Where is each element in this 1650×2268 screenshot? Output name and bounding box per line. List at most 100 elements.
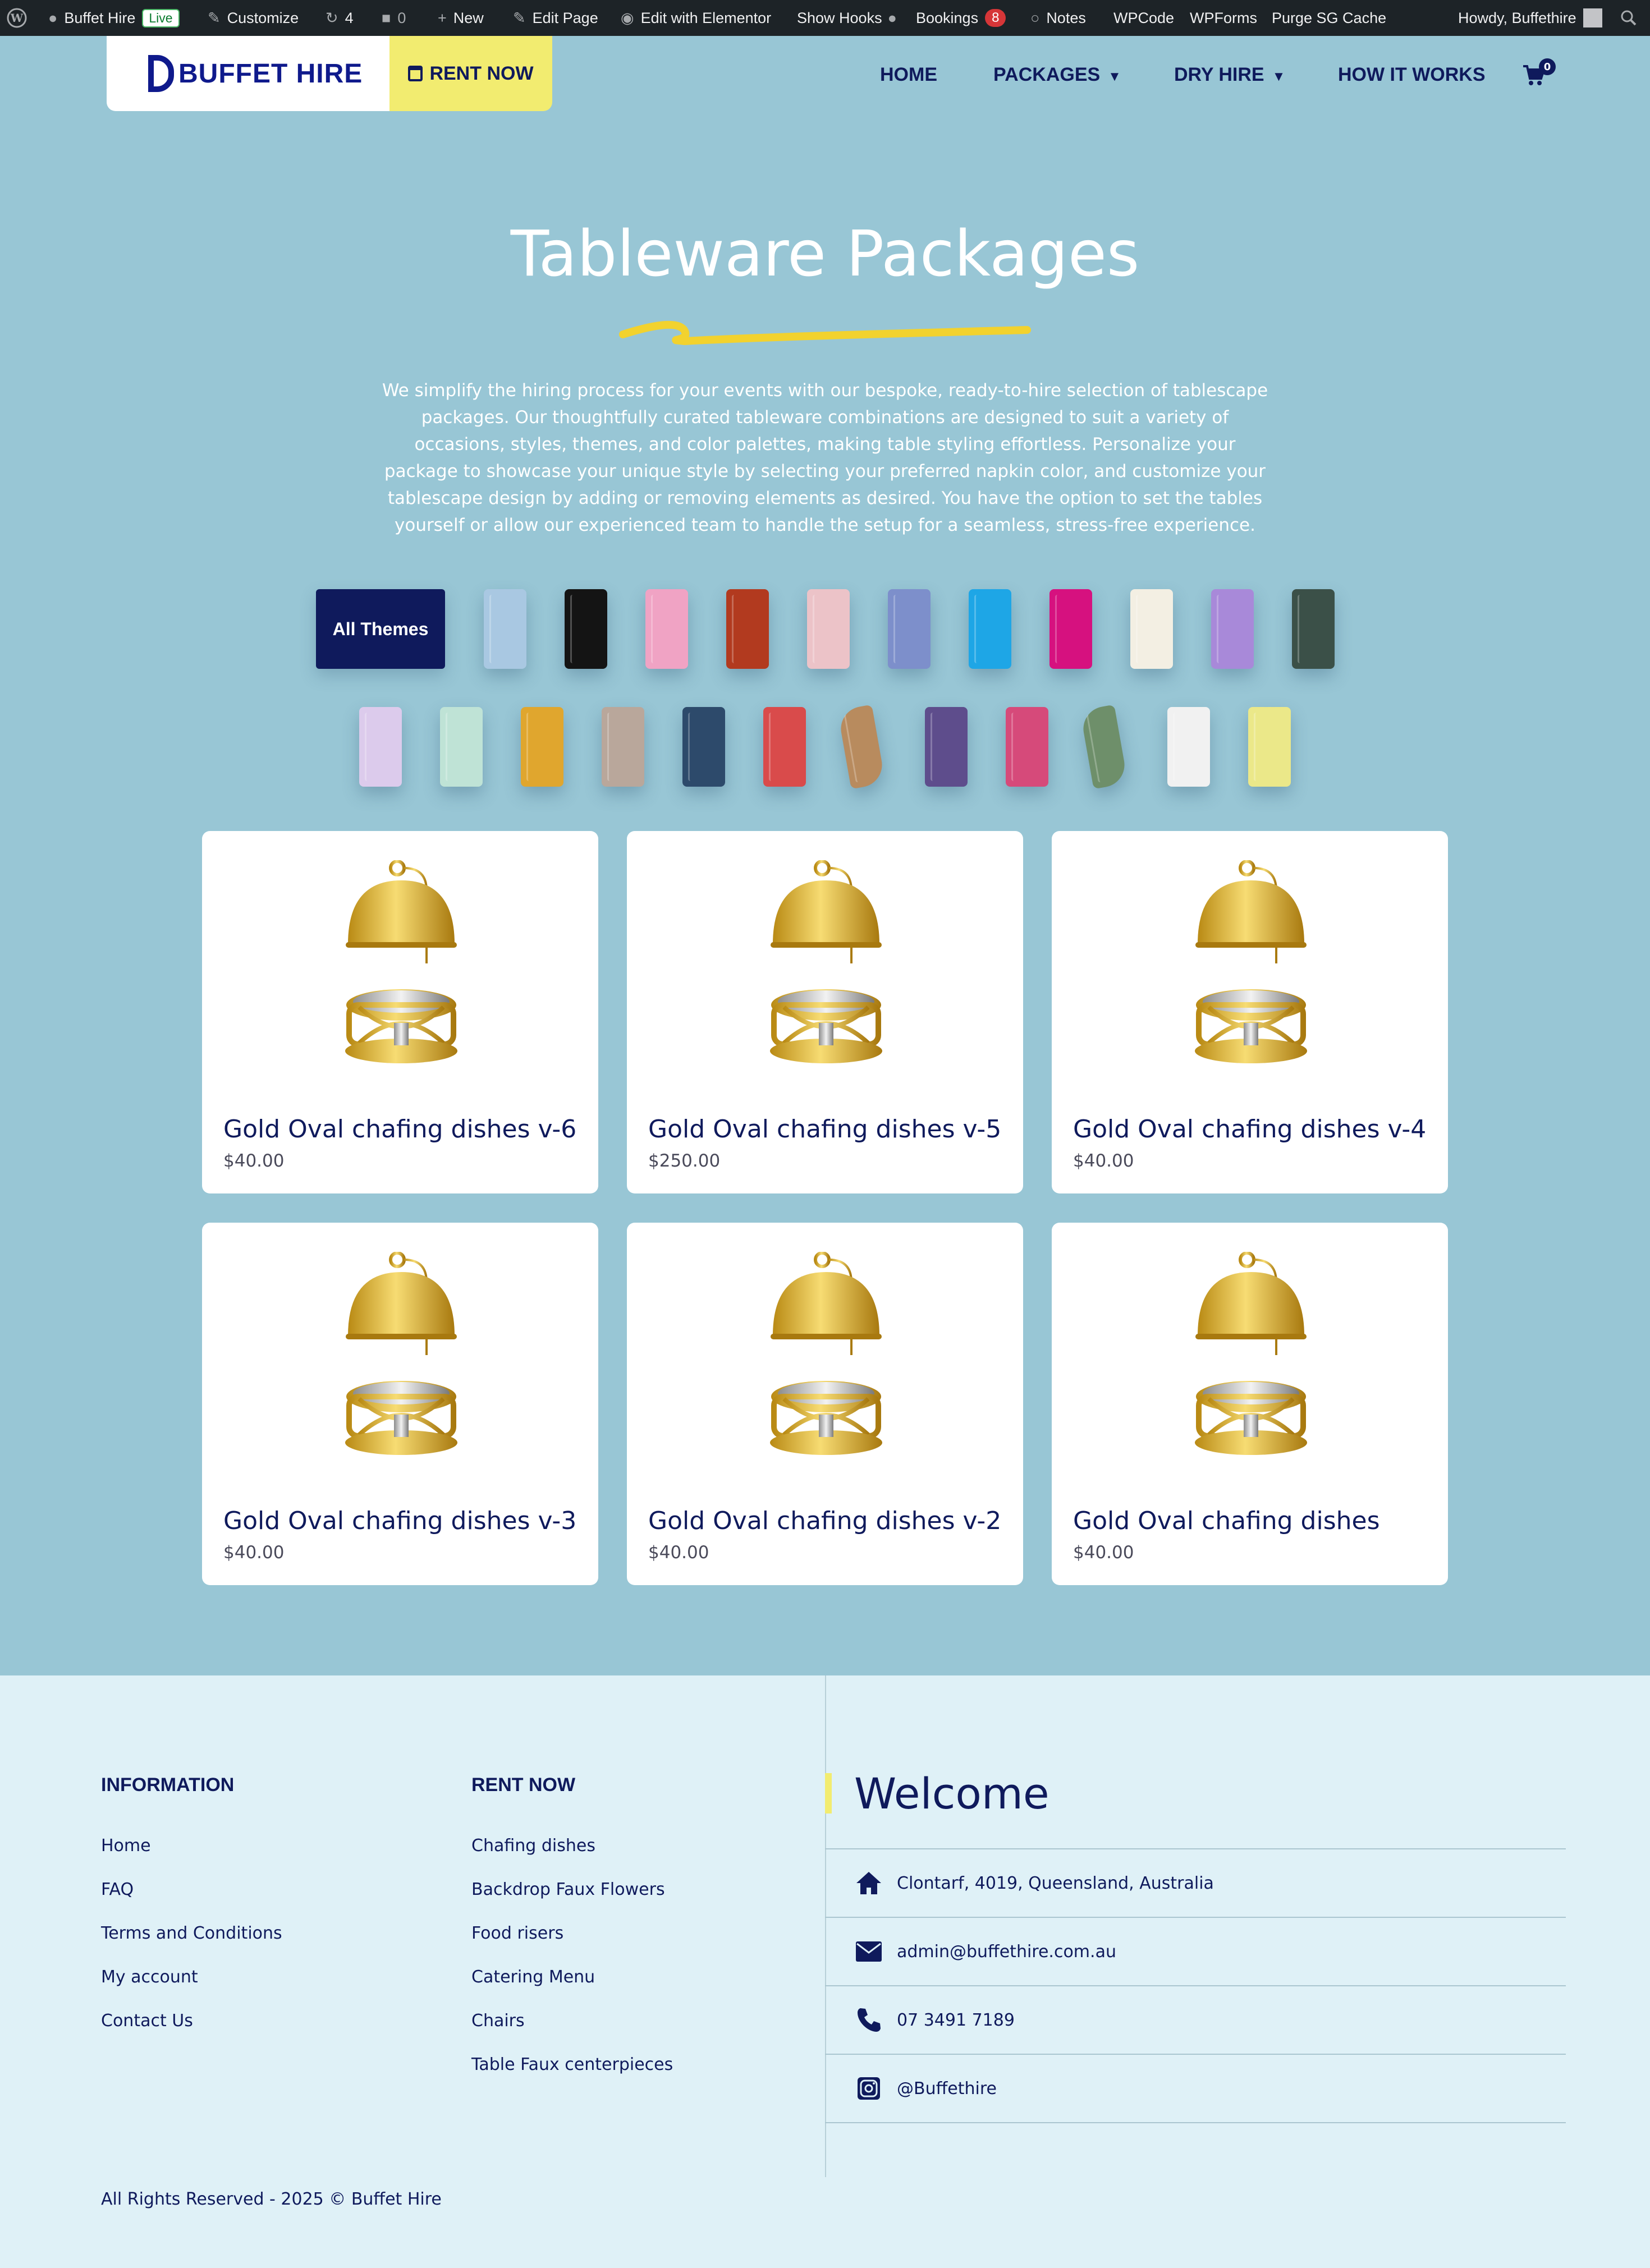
welcome-accent-bar xyxy=(825,1773,832,1814)
product-image xyxy=(342,860,460,1073)
envelope-icon xyxy=(854,1937,883,1966)
theme-swatch[interactable] xyxy=(1049,589,1092,669)
search-icon[interactable] xyxy=(1620,0,1638,36)
notes-link[interactable]: ○ Notes xyxy=(1030,0,1086,36)
contact-instagram-row[interactable]: @Buffethire xyxy=(825,2054,1566,2122)
product-card[interactable]: Gold Oval chafing dishes v-5 $250.00 xyxy=(627,831,1023,1193)
pencil-icon: ✎ xyxy=(513,9,526,26)
product-price: $40.00 xyxy=(223,1151,285,1171)
wpcode-link[interactable]: WPCode xyxy=(1113,0,1174,36)
product-title[interactable]: Gold Oval chafing dishes v-2 xyxy=(648,1507,1001,1535)
product-card[interactable]: Gold Oval chafing dishes v-3 $40.00 xyxy=(202,1223,598,1585)
theme-swatch[interactable] xyxy=(1130,589,1173,669)
nav-packages[interactable]: PACKAGES ▼ xyxy=(993,64,1121,86)
theme-swatch[interactable] xyxy=(1248,707,1291,787)
footer-link-centerpieces[interactable]: Table Faux centerpieces xyxy=(471,2055,673,2074)
product-card[interactable]: Gold Oval chafing dishes v-6 $40.00 xyxy=(202,831,598,1193)
contact-phone-row[interactable]: 07 3491 7189 xyxy=(825,1985,1566,2054)
nav-dry-hire[interactable]: DRY HIRE ▼ xyxy=(1174,64,1285,86)
footer-link-faq[interactable]: FAQ xyxy=(101,1880,134,1899)
product-price: $250.00 xyxy=(648,1151,721,1171)
product-image xyxy=(342,1251,460,1465)
footer-link-home[interactable]: Home xyxy=(101,1836,151,1856)
nav-how-it-works[interactable]: HOW IT WORKS xyxy=(1338,64,1486,86)
site-header: BUFFET HIRE RENT NOW HOME PACKAGES ▼ DRY … xyxy=(0,36,1650,126)
account-menu[interactable]: Howdy, Buffethire xyxy=(1458,0,1602,36)
product-card[interactable]: Gold Oval chafing dishes v-2 $40.00 xyxy=(627,1223,1023,1585)
wp-admin-bar: W ● Buffet Hire Live ✎ Customize ↻ 4 ■ 0… xyxy=(0,0,1650,36)
product-image xyxy=(767,860,885,1073)
footer-link-contact[interactable]: Contact Us xyxy=(101,2011,193,2031)
product-title[interactable]: Gold Oval chafing dishes v-6 xyxy=(223,1115,576,1144)
contact-email-row[interactable]: admin@buffethire.com.au xyxy=(825,1917,1566,1985)
svg-text:W: W xyxy=(10,11,24,25)
refresh-icon: ↻ xyxy=(326,9,338,26)
theme-swatch[interactable] xyxy=(645,589,688,669)
footer-link-my-account[interactable]: My account xyxy=(101,1967,198,1987)
theme-swatch[interactable] xyxy=(1167,707,1210,787)
title-underline-squiggle xyxy=(619,320,1031,346)
comments-link[interactable]: ■ 0 xyxy=(382,0,406,36)
bookings-link[interactable]: Bookings 8 xyxy=(916,0,1006,36)
product-card[interactable]: Gold Oval chafing dishes v-4 $40.00 xyxy=(1052,831,1448,1193)
product-title[interactable]: Gold Oval chafing dishes v-5 xyxy=(648,1115,1001,1144)
show-hooks-link[interactable]: Show Hooks ● xyxy=(797,0,904,36)
product-card[interactable]: Gold Oval chafing dishes $40.00 xyxy=(1052,1223,1448,1585)
product-title[interactable]: Gold Oval chafing dishes v-3 xyxy=(223,1507,576,1535)
footer-link-chafing-dishes[interactable]: Chafing dishes xyxy=(471,1836,595,1856)
footer-link-chairs[interactable]: Chairs xyxy=(471,2011,525,2031)
footer-link-terms[interactable]: Terms and Conditions xyxy=(101,1923,282,1943)
theme-swatch[interactable] xyxy=(440,707,483,787)
rent-now-button[interactable]: RENT NOW xyxy=(389,36,552,111)
bookings-count-badge: 8 xyxy=(985,9,1006,27)
wordpress-logo-icon[interactable]: W xyxy=(7,0,27,36)
theme-swatch[interactable] xyxy=(888,589,931,669)
theme-swatch[interactable] xyxy=(726,589,769,669)
purge-cache-link[interactable]: Purge SG Cache xyxy=(1272,0,1386,36)
wpforms-link[interactable]: WPForms xyxy=(1190,0,1257,36)
chevron-down-icon: ▼ xyxy=(1272,69,1286,84)
brush-icon: ✎ xyxy=(208,9,221,26)
new-content-link[interactable]: + New xyxy=(438,0,484,36)
home-icon xyxy=(854,1868,883,1898)
theme-swatch[interactable] xyxy=(925,707,968,787)
theme-swatch[interactable] xyxy=(1006,707,1048,787)
chat-icon: ○ xyxy=(1030,9,1040,26)
theme-swatch[interactable] xyxy=(1292,589,1335,669)
product-title[interactable]: Gold Oval chafing dishes xyxy=(1073,1507,1380,1535)
theme-swatch[interactable] xyxy=(602,707,644,787)
footer-heading-rent-now: RENT NOW xyxy=(471,1774,576,1796)
copyright-text: All Rights Reserved - 2025 © Buffet Hire xyxy=(101,2189,442,2209)
intro-paragraph: We simplify the hiring process for your … xyxy=(382,380,1268,535)
filter-all-themes-button[interactable]: All Themes xyxy=(316,589,445,669)
product-price: $40.00 xyxy=(648,1542,709,1563)
theme-swatch[interactable] xyxy=(682,707,725,787)
edit-page-link[interactable]: ✎ Edit Page xyxy=(513,0,598,36)
footer-link-backdrop-flowers[interactable]: Backdrop Faux Flowers xyxy=(471,1880,665,1899)
customize-link[interactable]: ✎ Customize xyxy=(208,0,299,36)
theme-swatch[interactable] xyxy=(807,589,850,669)
theme-swatch[interactable] xyxy=(359,707,402,787)
theme-swatch[interactable] xyxy=(1211,589,1254,669)
site-name-link[interactable]: ● Buffet Hire Live xyxy=(48,0,180,36)
theme-swatch[interactable] xyxy=(1080,704,1128,789)
updates-link[interactable]: ↻ 4 xyxy=(326,0,354,36)
footer-link-catering-menu[interactable]: Catering Menu xyxy=(471,1967,595,1987)
theme-swatch[interactable] xyxy=(837,704,886,789)
avatar xyxy=(1583,8,1602,27)
site-footer: INFORMATION Home FAQ Terms and Condition… xyxy=(0,1675,1650,2268)
theme-swatch[interactable] xyxy=(484,589,526,669)
edit-elementor-link[interactable]: ◉ Edit with Elementor xyxy=(621,0,771,36)
contact-list-end-divider xyxy=(825,2122,1566,2123)
welcome-heading: Welcome xyxy=(854,1769,1049,1819)
live-badge: Live xyxy=(142,8,180,27)
theme-swatch[interactable] xyxy=(521,707,563,787)
product-title[interactable]: Gold Oval chafing dishes v-4 xyxy=(1073,1115,1426,1144)
theme-swatch[interactable] xyxy=(969,589,1011,669)
footer-link-food-risers[interactable]: Food risers xyxy=(471,1923,563,1943)
product-image xyxy=(767,1251,885,1465)
site-logo[interactable]: BUFFET HIRE xyxy=(107,36,389,111)
theme-swatch[interactable] xyxy=(565,589,607,669)
theme-swatch[interactable] xyxy=(763,707,806,787)
nav-home[interactable]: HOME xyxy=(880,64,937,86)
